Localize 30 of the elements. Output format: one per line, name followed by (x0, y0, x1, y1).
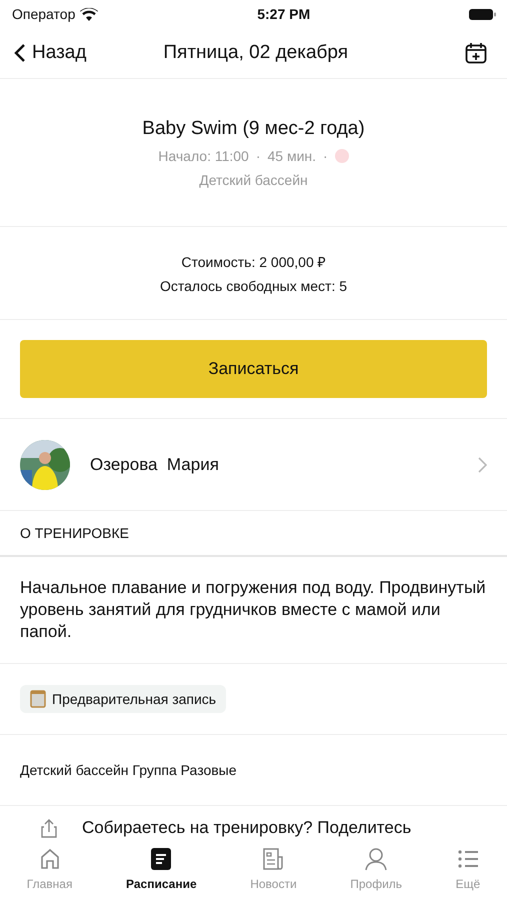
chevron-icon (478, 456, 487, 472)
section-title: О ТРЕНИРОВКЕ (20, 525, 129, 541)
carrier-label: Оператор (12, 6, 76, 22)
document-icon (149, 847, 174, 871)
class-title: Baby Swim (9 мес-2 года) (142, 118, 365, 140)
tag-label: Предварительная запись (52, 691, 216, 707)
calendar-add-icon[interactable] (465, 42, 487, 64)
clock-time: 5:27 PM (257, 6, 310, 22)
share-text[interactable]: Собираетесь на тренировку? Поделитесь (82, 818, 412, 838)
back-chevron-icon (14, 43, 26, 63)
meta-text: 45 мин. (268, 148, 316, 164)
seats-text: Осталось свободных мест: 5 (160, 278, 348, 294)
person-icon (364, 847, 388, 871)
battery-icon (469, 8, 497, 20)
description: Начальное плавание и погружения под воду. Продвинутый уровень занятий для грудничков вместе с мамой или папой. (20, 576, 487, 644)
page-title: Пятница, 02 декабря (162, 42, 350, 64)
meta-text: Начало: 11:00 (158, 148, 249, 164)
location: Детский бассейн (199, 172, 308, 188)
signup-button[interactable]: Записаться (20, 340, 487, 398)
group-text: Детский бассейн Группа Разовые (20, 762, 237, 778)
price-text: Стоимость: 2 000,00 ₽ (181, 253, 326, 271)
clipboard-icon (30, 690, 46, 708)
newspaper-icon (261, 847, 286, 871)
share-icon[interactable] (40, 818, 58, 838)
separator-dot: · (256, 148, 261, 164)
tab-bar-item[interactable]: Расписание (126, 847, 197, 891)
coach-name[interactable]: Озерова Мария (90, 454, 458, 474)
separator-dot: · (323, 148, 328, 164)
back-button[interactable]: Назад (14, 42, 86, 64)
wifi-icon (80, 8, 98, 20)
